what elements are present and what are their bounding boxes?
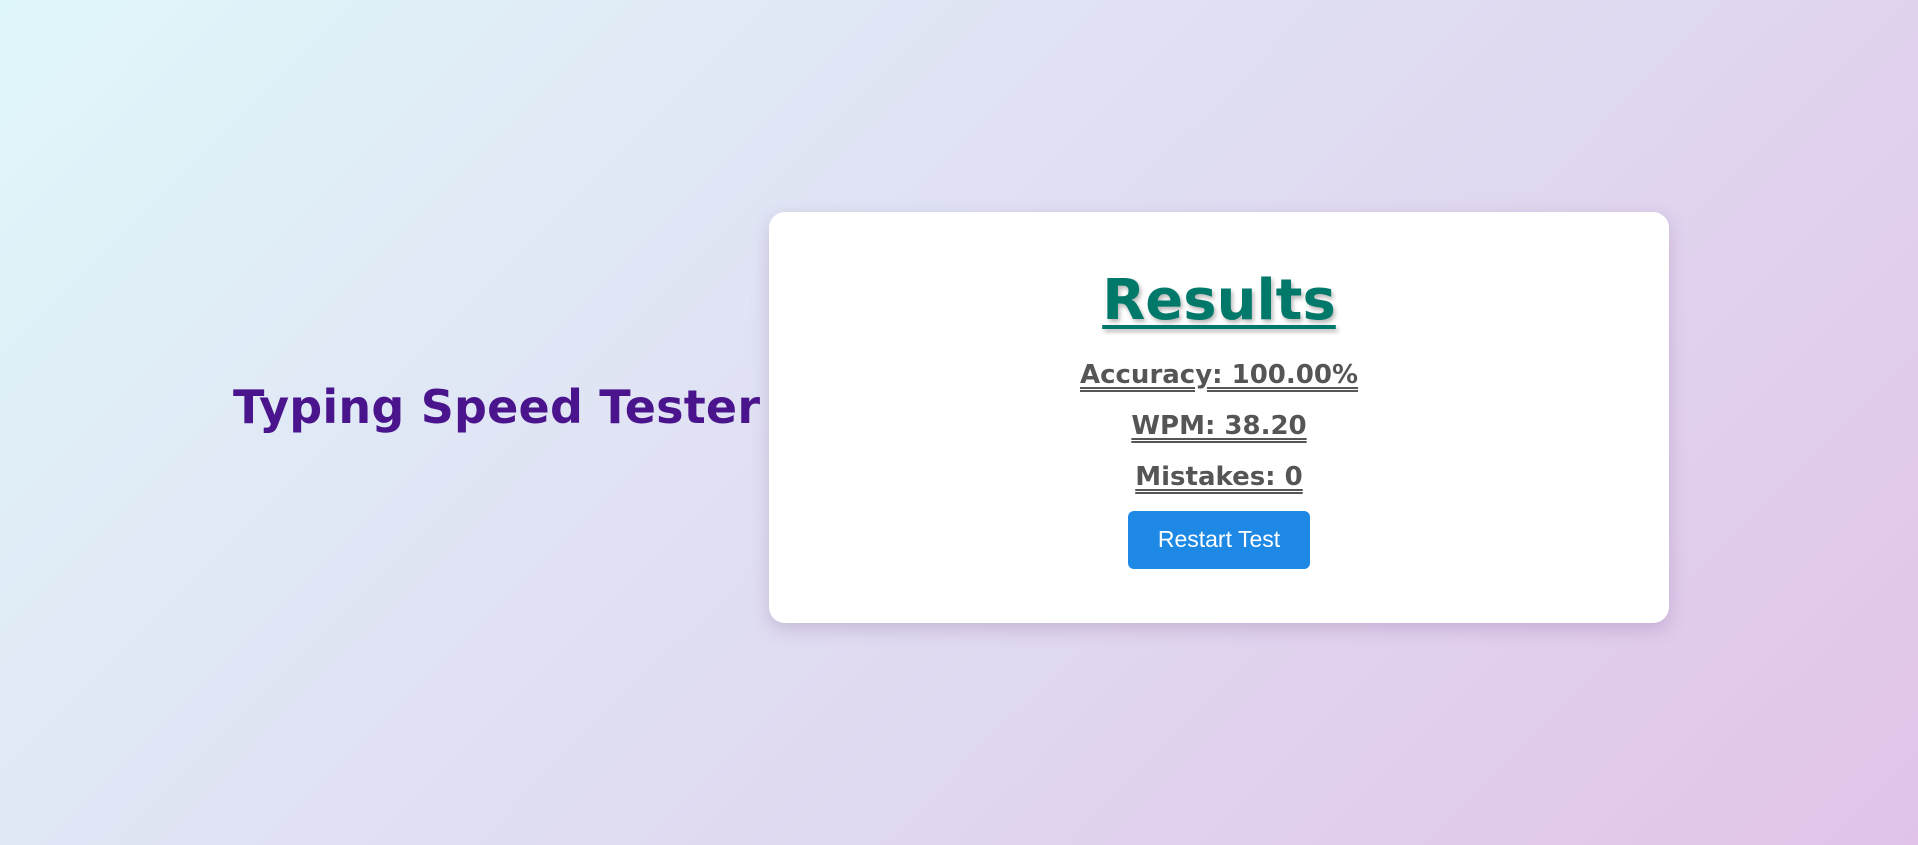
wpm-stat: WPM: 38.20	[1131, 410, 1307, 441]
app-title-text: Typing Speed Tester	[233, 380, 761, 434]
restart-test-button[interactable]: Restart Test	[1128, 510, 1310, 569]
mistakes-stat: Mistakes: 0	[1135, 461, 1303, 492]
app-title: Typing Speed Tester	[233, 380, 828, 434]
accuracy-stat: Accuracy: 100.00%	[1079, 359, 1358, 390]
results-heading: Results	[1102, 268, 1336, 333]
results-card: Results Accuracy: 100.00% WPM: 38.20 Mis…	[769, 212, 1669, 623]
